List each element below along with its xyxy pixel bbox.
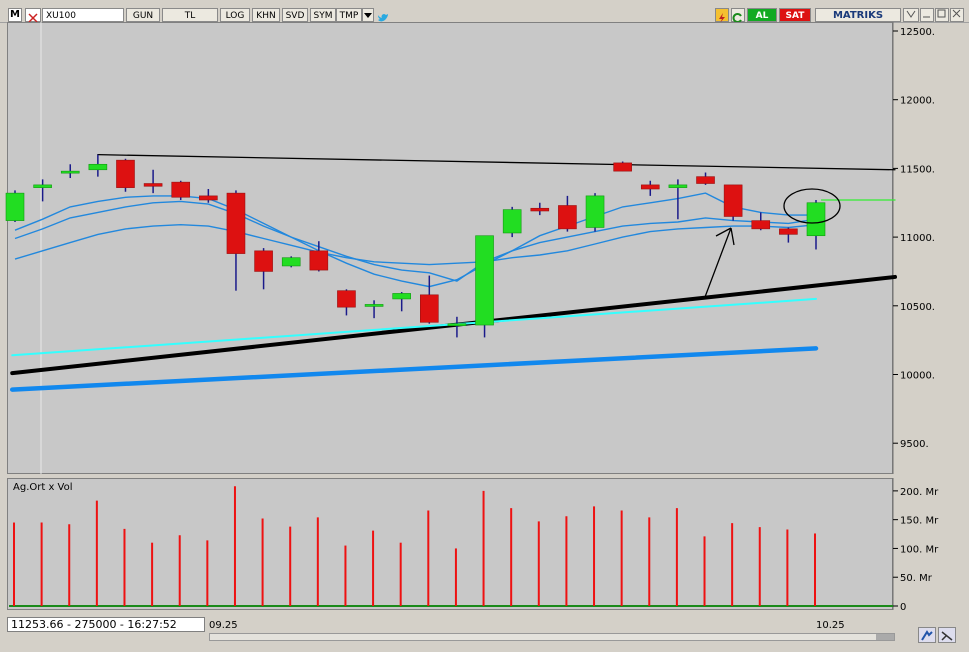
volume-tick-label: 200. Mr: [900, 487, 939, 498]
candle-body: [60, 170, 80, 174]
candle-body: [640, 184, 660, 190]
tool-icon[interactable]: [938, 627, 956, 643]
date-label-1: 09.25: [209, 620, 238, 631]
candle-body: [116, 159, 135, 188]
y-tick-label: 12000.: [900, 96, 935, 107]
y-tick-label: 10000.: [900, 371, 935, 382]
candle-body: [530, 207, 550, 212]
candle-body: [806, 202, 826, 237]
candle-body: [447, 323, 467, 326]
candle-body: [337, 290, 356, 308]
candle-body: [696, 176, 715, 184]
candle-body: [171, 181, 191, 198]
date-label-2: 10.25: [816, 620, 845, 631]
price-chart[interactable]: 12500. 12000. 11500. 11000. 10500. 10000. 9500…: [0, 0, 969, 478]
candle-body: [199, 195, 218, 201]
candle-body: [420, 294, 439, 323]
volume-tick-label: 50. Mr: [900, 573, 933, 584]
candle-body: [475, 235, 494, 326]
candle-body: [585, 195, 605, 228]
candle-body: [364, 304, 384, 307]
volume-tick-label: 150. Mr: [900, 516, 939, 527]
trendline-blue: [9, 346, 819, 392]
candle-body: [723, 184, 743, 217]
annotation-arrow: [704, 227, 735, 298]
candle-body: [613, 162, 632, 172]
trendline-resistance: [97, 154, 896, 171]
candle-body: [254, 250, 273, 272]
candle-body: [226, 192, 246, 254]
candle-body: [309, 250, 329, 271]
moving-average-2: [14, 200, 817, 282]
volume-title: Ag.Ort x Vol: [13, 482, 73, 493]
candle-body: [751, 220, 771, 230]
settings-icon[interactable]: [918, 627, 936, 643]
candle-body: [502, 209, 522, 234]
candle-body: [779, 228, 798, 235]
volume-tick-label: 100. Mr: [900, 544, 939, 555]
volume-tick-label: 0: [900, 602, 906, 613]
candle-body: [33, 184, 52, 188]
moving-average-3: [14, 223, 817, 266]
horizontal-scrollbar[interactable]: [209, 633, 895, 641]
candle-body: [143, 183, 163, 187]
y-tick-label: 12500.: [900, 27, 935, 38]
candle-body: [668, 184, 688, 188]
status-readout: 11253.66 - 275000 - 16:27:52: [7, 617, 205, 632]
candle-body: [281, 257, 301, 267]
candle-body: [392, 293, 411, 300]
y-tick-label: 10500.: [900, 302, 935, 313]
candle-body: [558, 205, 577, 230]
y-tick-label: 11500.: [900, 164, 935, 175]
volume-chart[interactable]: Ag.Ort x Vol 200. Mr 150. Mr 100. Mr 50. Mr…: [0, 476, 969, 616]
trendline-cyan: [11, 297, 817, 357]
candle-body: [5, 192, 25, 221]
y-tick-label: 9500.: [900, 439, 929, 450]
candle-body: [88, 163, 108, 171]
scrollbar-thumb[interactable]: [876, 634, 894, 640]
moving-average-1: [14, 192, 816, 288]
y-tick-label: 11000.: [900, 233, 935, 244]
